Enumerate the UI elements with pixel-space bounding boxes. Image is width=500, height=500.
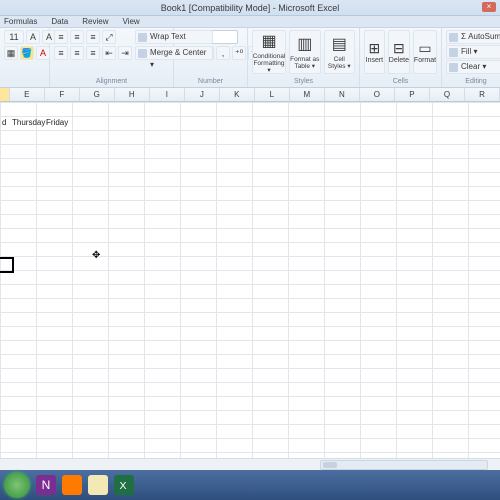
comma-button[interactable]: ,	[216, 46, 230, 60]
cell-cursor-icon: ✥	[92, 250, 100, 261]
ribbon-tabs: Formulas Data Review View	[0, 16, 500, 28]
horizontal-scrollbar[interactable]	[320, 460, 488, 470]
spreadsheet-grid[interactable]: EFGHIJKLMNOPQR d ThursdayFriday ✥	[0, 88, 500, 458]
fill-color-button[interactable]: 🪣	[20, 46, 34, 60]
column-header-J[interactable]: J	[185, 88, 220, 101]
tab-formulas[interactable]: Formulas	[4, 17, 37, 26]
table-icon: ▥	[297, 34, 312, 54]
merge-center-button[interactable]: Merge & Center ▾	[135, 46, 213, 60]
font-color-button[interactable]: A	[36, 46, 50, 60]
format-as-table-button[interactable]: ▥Format as Table ▾	[289, 30, 321, 74]
taskbar-onenote-icon[interactable]: N	[36, 475, 56, 495]
delete-button[interactable]: ⊟Delete	[388, 30, 410, 74]
column-header-edge[interactable]	[0, 88, 10, 101]
column-header-G[interactable]: G	[80, 88, 115, 101]
group-label-alignment: Alignment	[54, 77, 169, 87]
conditional-formatting-button[interactable]: ▦Conditional Formatting ▾	[252, 30, 286, 74]
align-left-button[interactable]: ≡	[54, 46, 68, 60]
insert-icon: ⊞	[369, 40, 381, 57]
align-center-button[interactable]: ≡	[70, 46, 84, 60]
cell-styles-icon: ▤	[332, 34, 347, 54]
tab-review[interactable]: Review	[82, 17, 108, 26]
delete-icon: ⊟	[393, 40, 405, 57]
border-button[interactable]: ▦	[4, 46, 18, 60]
taskbar-excel-icon[interactable]: X	[114, 475, 134, 495]
sheet-tab-bar	[0, 458, 500, 470]
column-header-R[interactable]: R	[465, 88, 500, 101]
gridlines	[0, 102, 500, 458]
column-header-P[interactable]: P	[395, 88, 430, 101]
column-header-H[interactable]: H	[115, 88, 150, 101]
active-cell[interactable]	[0, 257, 14, 273]
column-header-N[interactable]: N	[325, 88, 360, 101]
decrease-indent-button[interactable]: ⇤	[102, 46, 116, 60]
group-label-number: Number	[178, 77, 243, 87]
autosum-button[interactable]: Σ AutoSum ▾	[446, 30, 500, 44]
cell-value[interactable]: Friday	[44, 116, 68, 130]
align-middle-button[interactable]: ≡	[70, 30, 84, 44]
cell-styles-button[interactable]: ▤Cell Styles ▾	[324, 30, 356, 74]
window-title: Book1 [Compatibility Mode] - Microsoft E…	[161, 3, 340, 13]
group-label-font	[4, 77, 45, 87]
window-titlebar: Book1 [Compatibility Mode] - Microsoft E…	[0, 0, 500, 16]
grow-font-button[interactable]: A	[26, 30, 40, 44]
cell-value[interactable]: d	[0, 116, 6, 130]
orientation-button[interactable]: ⤢	[102, 30, 116, 44]
column-header-M[interactable]: M	[290, 88, 325, 101]
align-top-button[interactable]: ≡	[54, 30, 68, 44]
column-header-O[interactable]: O	[360, 88, 395, 101]
column-header-I[interactable]: I	[150, 88, 185, 101]
font-size-box[interactable]: 11	[4, 30, 24, 44]
column-header-F[interactable]: F	[45, 88, 80, 101]
increase-indent-button[interactable]: ⇥	[118, 46, 132, 60]
taskbar-explorer-icon[interactable]	[88, 475, 108, 495]
align-right-button[interactable]: ≡	[86, 46, 100, 60]
svg-text:X: X	[120, 480, 127, 492]
column-header-Q[interactable]: Q	[430, 88, 465, 101]
format-button[interactable]: ▭Format	[413, 30, 437, 74]
close-icon[interactable]: ×	[482, 2, 496, 12]
column-header-K[interactable]: K	[220, 88, 255, 101]
group-label-cells: Cells	[364, 77, 437, 87]
fill-button[interactable]: Fill ▾	[446, 45, 500, 59]
start-button[interactable]	[4, 472, 30, 498]
ribbon: 11 A A ▦ 🪣 A ≡ ≡ ≡ ⤢	[0, 28, 500, 88]
wrap-text-button[interactable]: Wrap Text	[135, 30, 213, 44]
conditional-formatting-icon: ▦	[261, 31, 276, 51]
group-font-partial: 11 A A ▦ 🪣 A	[0, 28, 50, 87]
group-label-editing: Editing	[446, 77, 500, 87]
clear-button[interactable]: Clear ▾	[446, 60, 500, 74]
tab-view[interactable]: View	[122, 17, 139, 26]
group-cells: ⊞Insert ⊟Delete ▭Format Cells	[360, 28, 442, 87]
group-label-styles: Styles	[252, 77, 355, 87]
group-alignment: ≡ ≡ ≡ ⤢ ≡ ≡ ≡ ⇤ ⇥ Wrap Text Merge & Cent…	[50, 28, 174, 87]
taskbar-firefox-icon[interactable]	[62, 475, 82, 495]
column-headers: EFGHIJKLMNOPQR	[0, 88, 500, 102]
tab-data[interactable]: Data	[51, 17, 68, 26]
taskbar: NX	[0, 470, 500, 500]
format-icon: ▭	[418, 40, 431, 57]
column-header-E[interactable]: E	[10, 88, 45, 101]
group-editing: Σ AutoSum ▾ Fill ▾ Clear ▾ Editing	[442, 28, 500, 87]
horizontal-scroll-thumb[interactable]	[323, 462, 337, 468]
cell-value[interactable]: Thursday	[10, 116, 45, 130]
align-bottom-button[interactable]: ≡	[86, 30, 100, 44]
insert-button[interactable]: ⊞Insert	[364, 30, 385, 74]
group-styles: ▦Conditional Formatting ▾ ▥Format as Tab…	[248, 28, 360, 87]
column-header-L[interactable]: L	[255, 88, 290, 101]
increase-decimal-button[interactable]: ⁺⁰	[232, 46, 246, 60]
